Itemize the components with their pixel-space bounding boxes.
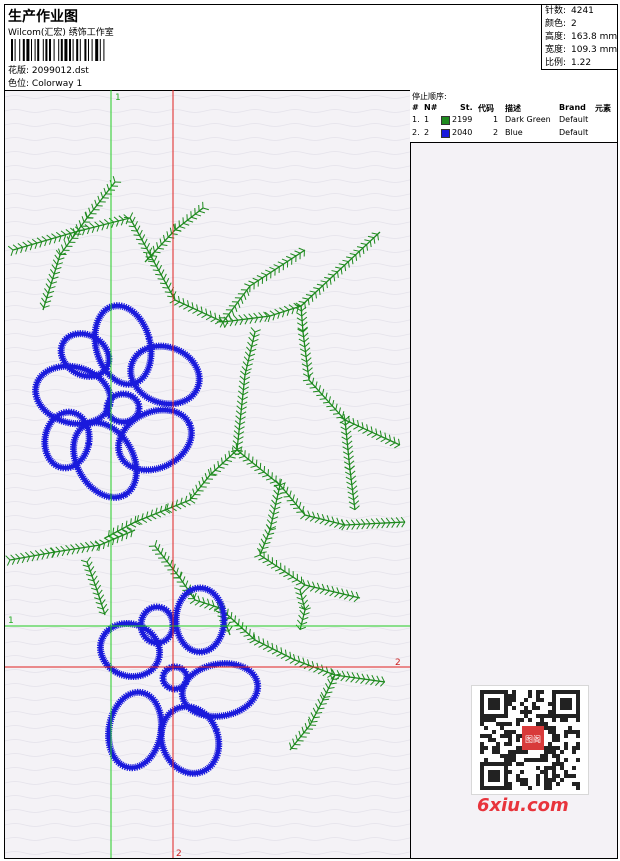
col-no: N# <box>424 103 438 112</box>
colorway-row: 色位: Colorway 1 <box>8 76 82 89</box>
width-value: 109.3 mm <box>571 45 618 55</box>
page-title: 生产作业图 <box>8 9 78 25</box>
stop-sequence-title: 停止顺序: <box>412 92 447 101</box>
width-row: 宽度: 109.3 mm <box>545 44 617 57</box>
width-label: 宽度: <box>545 45 567 55</box>
stop-row[interactable]: 2. 2 2040 2 Blue Default <box>410 128 617 140</box>
stop-sequence-panel: 停止顺序: # N# St. 代码 描述 Brand 元素 1. 1 2199 … <box>410 90 617 143</box>
row-needle: 1 <box>424 115 430 124</box>
qr-stamp-text: 图阁 <box>525 734 541 744</box>
embroidery-artwork: 1 1 2 2 <box>5 90 410 858</box>
row-needle: 2 <box>424 128 430 137</box>
col-hash: # <box>412 103 419 112</box>
colors-value: 2 <box>571 19 577 29</box>
header-panel: 生产作业图 Wilcom(汇宏) 绣饰工作室 花版: 2099012.dst 色… <box>5 5 617 91</box>
row-description: Dark Green <box>505 115 551 124</box>
col-description: 描述 <box>505 104 521 113</box>
row-stitches: 2040 <box>452 128 473 137</box>
col-code: 代码 <box>478 104 494 113</box>
stitches-value: 4241 <box>571 6 594 16</box>
colors-label: 颜色: <box>545 19 567 29</box>
design-file-label: 花版: <box>8 66 30 76</box>
design-canvas: 1 1 2 2 <box>5 90 411 858</box>
stop-sequence-header: # N# St. 代码 描述 Brand 元素 <box>410 103 617 114</box>
colors-row: 颜色: 2 <box>545 18 617 31</box>
color-swatch <box>441 116 450 125</box>
stitches-label: 针数: <box>545 6 567 16</box>
studio-name: Wilcom(汇宏) 绣饰工作室 <box>8 28 114 38</box>
row-description: Blue <box>505 128 523 137</box>
qr-code-graphic: 图阁 <box>480 690 580 790</box>
height-value: 163.8 mm <box>571 32 618 42</box>
ratio-row: 比例: 1.22 <box>545 57 617 70</box>
red-horizontal-guide-label: 2 <box>395 658 401 668</box>
height-row: 高度: 163.8 mm <box>545 31 617 44</box>
ratio-value: 1.22 <box>571 58 592 68</box>
row-brand: Default <box>559 115 589 124</box>
color-swatch <box>441 129 450 138</box>
qr-code: 图阁 <box>471 685 589 795</box>
green-vertical-guide-label: 1 <box>115 93 121 103</box>
height-label: 高度: <box>545 32 567 42</box>
row-number: 1. <box>412 115 420 124</box>
ratio-label: 比例: <box>545 58 567 68</box>
watermark-logo: 6xiu.com <box>477 795 569 816</box>
colorway-value: Colorway 1 <box>31 79 83 89</box>
row-code: 2 <box>493 128 499 137</box>
colorway-label: 色位: <box>8 79 30 89</box>
row-stitches: 2199 <box>452 115 473 124</box>
design-file-row: 花版: 2099012.dst <box>8 63 89 76</box>
green-horizontal-guide-label: 1 <box>8 616 14 626</box>
row-brand: Default <box>559 128 589 137</box>
design-file-value: 2099012.dst <box>31 66 89 76</box>
col-stitches: St. <box>460 103 473 112</box>
row-code: 1 <box>493 115 499 124</box>
stop-row[interactable]: 1. 1 2199 1 Dark Green Default <box>410 115 617 127</box>
row-number: 2. <box>412 128 420 137</box>
stats-panel: 针数: 4241 颜色: 2 高度: 163.8 mm 宽度: 109.3 mm 比例:… <box>541 5 617 70</box>
document-frame: 生产作业图 Wilcom(汇宏) 绣饰工作室 花版: 2099012.dst 色… <box>4 4 618 859</box>
barcode <box>11 39 105 61</box>
stitches-row: 针数: 4241 <box>545 5 617 18</box>
col-element: 元素 <box>595 104 611 113</box>
col-brand: Brand <box>559 103 586 112</box>
red-vertical-guide-label: 2 <box>176 849 182 858</box>
